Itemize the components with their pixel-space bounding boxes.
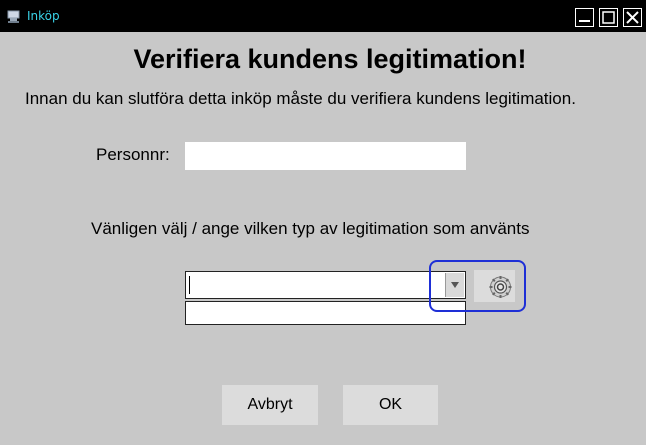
- minimize-button[interactable]: [575, 8, 594, 27]
- chevron-down-icon: [451, 282, 459, 288]
- personnr-label: Personnr:: [96, 145, 170, 164]
- ok-button[interactable]: OK: [343, 385, 438, 425]
- instruction-text: Innan du kan slutföra detta inköp måste …: [25, 89, 576, 108]
- cancel-button[interactable]: Avbryt: [222, 385, 318, 425]
- id-type-input[interactable]: [186, 272, 437, 298]
- text-caret: [189, 276, 190, 294]
- id-type-dropdown-list[interactable]: [185, 301, 466, 325]
- maximize-icon: [602, 11, 615, 24]
- id-type-combobox[interactable]: [185, 271, 466, 299]
- window-title: Inköp: [27, 9, 60, 23]
- id-type-label: Vänligen välj / ange vilken typ av legit…: [91, 219, 530, 238]
- settings-button[interactable]: [474, 270, 515, 302]
- close-icon: [626, 11, 639, 24]
- page-title: Verifiera kundens legitimation!: [133, 44, 527, 74]
- minimize-icon: [579, 20, 590, 22]
- dropdown-button[interactable]: [445, 273, 464, 297]
- close-button[interactable]: [623, 8, 642, 27]
- gear-icon: [489, 276, 512, 298]
- personnr-input[interactable]: [185, 142, 466, 170]
- maximize-button[interactable]: [599, 8, 618, 27]
- title-bar: Inköp: [0, 0, 646, 32]
- app-icon: [7, 10, 20, 23]
